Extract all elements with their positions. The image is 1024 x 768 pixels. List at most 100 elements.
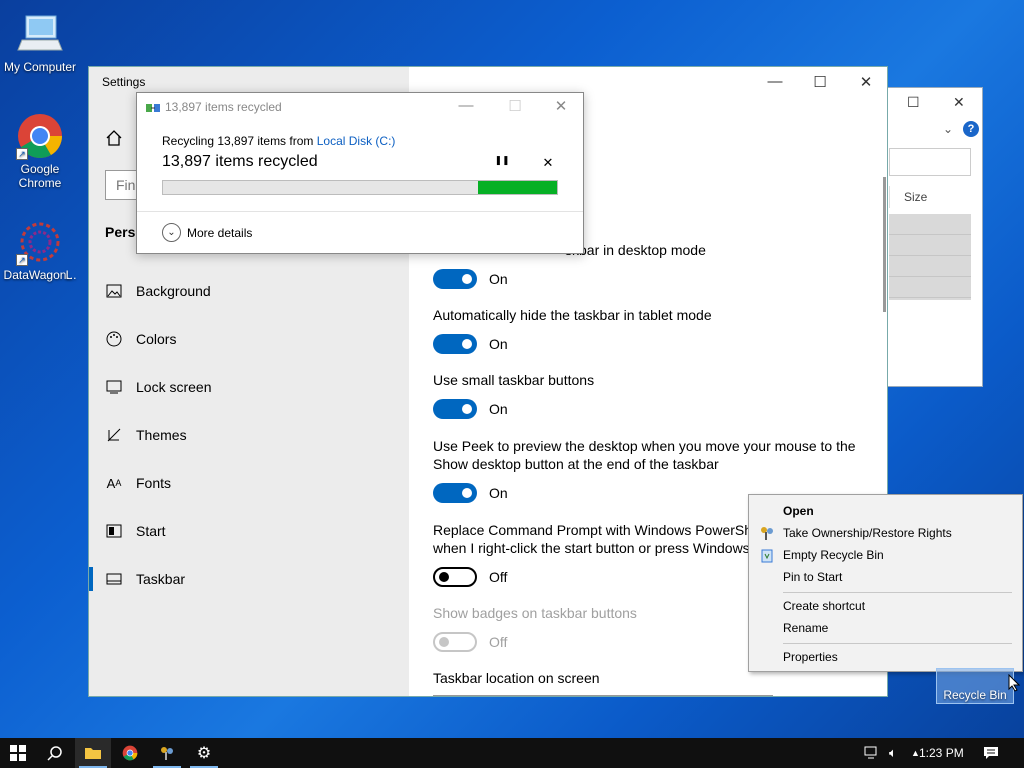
nav-item-colors[interactable]: Colors: [89, 319, 409, 359]
list-item[interactable]: [889, 256, 971, 277]
taskbar-settings[interactable]: ⚙: [186, 738, 222, 768]
search-icon: [47, 746, 62, 761]
nav-item-taskbar[interactable]: Taskbar: [89, 559, 409, 599]
chevron-down-icon[interactable]: ⌄: [943, 122, 953, 136]
column-header-size[interactable]: Size: [889, 186, 969, 208]
menu-item-label: Properties: [783, 650, 838, 664]
nav-item-fonts[interactable]: AA Fonts: [89, 463, 409, 503]
menu-item-take-ownership[interactable]: Take Ownership/Restore Rights: [749, 522, 1022, 544]
progress-source-prefix: Recycling 13,897 items from: [162, 134, 317, 148]
start-button[interactable]: [0, 738, 36, 768]
ownership-icon: [161, 747, 173, 760]
more-details-label: More details: [187, 225, 253, 240]
option-label: Automatically hide the taskbar in tablet…: [433, 307, 712, 323]
taskbar-file-explorer[interactable]: [75, 738, 111, 768]
gear-icon: ⚙: [196, 745, 212, 762]
toggle-lock-taskbar-desktop[interactable]: [433, 269, 477, 289]
desktop-icon-recycle-bin[interactable]: Recycle Bin: [936, 668, 1014, 704]
toggle-state: Off: [489, 569, 508, 585]
taskbar-ownership-tool[interactable]: [149, 738, 185, 768]
toggle-hide-taskbar-tablet[interactable]: [433, 334, 477, 354]
pause-button[interactable]: ❚❚: [493, 155, 511, 166]
chrome-icon: [122, 745, 138, 761]
taskbar-chrome[interactable]: [112, 738, 148, 768]
recycle-progress-icon: [146, 101, 160, 113]
menu-item-label: Empty Recycle Bin: [783, 548, 884, 562]
menu-item-rename[interactable]: Rename: [749, 617, 1022, 639]
brush-icon: [106, 427, 122, 443]
menu-separator: [783, 643, 1012, 644]
mouse-cursor-icon: [1008, 673, 1021, 692]
option-label: Use small taskbar buttons: [433, 372, 595, 388]
toggle-state: On: [489, 485, 508, 501]
desktop-icon-my-computer[interactable]: My Computer: [0, 10, 80, 74]
source-link[interactable]: Local Disk (C:): [317, 134, 396, 148]
action-center-icon[interactable]: [983, 738, 999, 768]
maximize-icon[interactable]: ☐: [907, 94, 920, 111]
minimize-button[interactable]: —: [451, 97, 481, 114]
menu-item-label: Create shortcut: [783, 599, 866, 613]
cancel-button[interactable]: ✕: [539, 155, 557, 171]
menu-item-label: Take Ownership/Restore Rights: [783, 526, 952, 540]
desktop-icon-label: Recycle Bin: [943, 688, 1007, 702]
taskbar-icon: [106, 571, 122, 587]
toggle-badges[interactable]: [433, 632, 477, 652]
desktop-icon-partial-label: L: [65, 268, 73, 282]
menu-item-pin-to-start[interactable]: Pin to Start: [749, 566, 1022, 588]
toggle-state: On: [489, 336, 508, 352]
list-item[interactable]: [889, 235, 971, 256]
recycle-progress-dialog: 13,897 items recycled — ☐ ✕ Recycling 13…: [136, 92, 584, 254]
font-icon: AA: [106, 475, 122, 491]
list-item[interactable]: [889, 214, 971, 235]
close-icon[interactable]: ✕: [953, 94, 965, 111]
more-details-button[interactable]: ⌄ More details: [162, 223, 252, 242]
list-item[interactable]: [889, 277, 971, 298]
chevron-down-icon: ⌄: [162, 223, 181, 242]
toggle-state: Off: [489, 634, 508, 650]
folder-icon: [85, 748, 101, 759]
menu-item-empty-recycle-bin[interactable]: Empty Recycle Bin: [749, 544, 1022, 566]
search-input[interactable]: [889, 148, 971, 176]
taskbar-location-dropdown[interactable]: [433, 695, 773, 696]
close-button[interactable]: ✕: [546, 97, 576, 115]
nav-label: Taskbar: [136, 571, 186, 587]
search-button[interactable]: [37, 738, 73, 768]
image-icon: [106, 283, 122, 299]
ownership-icon: [759, 525, 775, 541]
chrome-icon: ↗: [16, 112, 64, 160]
network-icon[interactable]: [864, 738, 880, 768]
menu-item-label: Open: [783, 504, 814, 518]
desktop-icon-label: My Computer: [3, 60, 77, 74]
toggle-powershell[interactable]: [433, 567, 477, 587]
recycle-icon: [759, 547, 775, 563]
help-icon[interactable]: ?: [963, 121, 979, 137]
nav-label: Fonts: [136, 475, 172, 491]
desktop-icon-google-chrome[interactable]: ↗ Google Chrome: [0, 112, 80, 190]
nav-item-start[interactable]: Start: [89, 511, 409, 551]
toggle-peek[interactable]: [433, 483, 477, 503]
divider: [137, 211, 583, 212]
menu-item-create-shortcut[interactable]: Create shortcut: [749, 595, 1022, 617]
option-label: Use Peek to preview the desktop when you…: [433, 438, 856, 472]
windows-logo-icon: [10, 745, 26, 761]
nav-item-themes[interactable]: Themes: [89, 415, 409, 455]
menu-item-properties[interactable]: Properties: [749, 646, 1022, 668]
toggle-small-buttons[interactable]: [433, 399, 477, 419]
menu-separator: [783, 592, 1012, 593]
clock[interactable]: 1:23 PM: [919, 738, 964, 768]
nav-label: Themes: [136, 427, 187, 443]
shortcut-arrow-icon: ↗: [16, 148, 28, 160]
window-title: Settings: [102, 75, 146, 89]
nav-item-background[interactable]: Background: [89, 271, 409, 311]
home-icon[interactable]: [105, 129, 123, 147]
menu-item-open[interactable]: Open: [749, 500, 1022, 522]
scrollbar[interactable]: [883, 177, 886, 312]
nav-item-lock-screen[interactable]: Lock screen: [89, 367, 409, 407]
toggle-state: On: [489, 401, 508, 417]
nav-label: Colors: [136, 331, 177, 347]
desktop-icon-label: Google Chrome: [18, 162, 62, 190]
progress-fill: [478, 181, 557, 194]
volume-icon[interactable]: 🔈︎: [889, 738, 897, 768]
nav-label: Lock screen: [136, 379, 212, 395]
maximize-button[interactable]: ☐: [500, 97, 530, 115]
